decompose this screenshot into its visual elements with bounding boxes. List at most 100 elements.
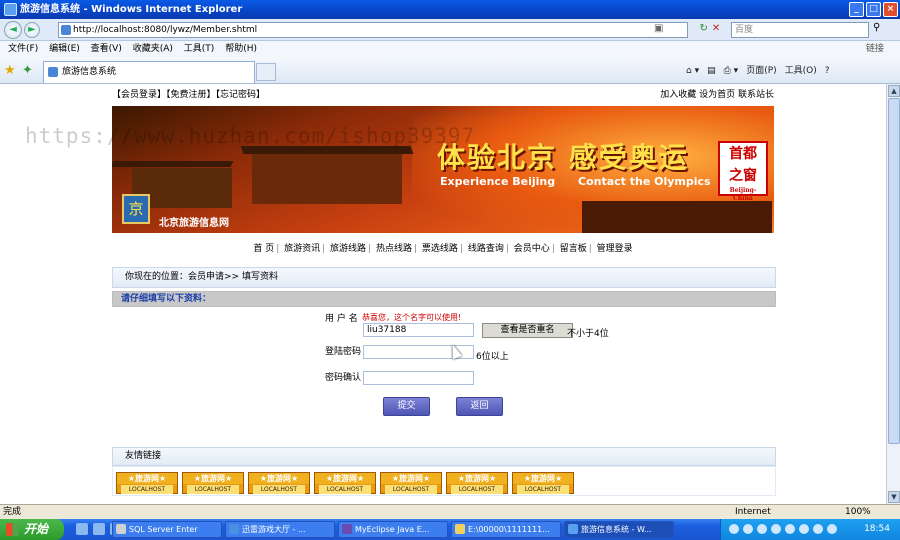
friend-link[interactable]: ★旅游网★ LOCALHOST xyxy=(314,472,376,494)
menu-file[interactable]: 文件(F) xyxy=(8,41,38,58)
maximize-button[interactable]: □ xyxy=(866,2,881,17)
taskbar-item-myeclipse[interactable]: MyEclipse Java E... xyxy=(338,521,448,538)
confirm-password-input[interactable] xyxy=(363,371,474,385)
links-label[interactable]: 链接 xyxy=(866,41,884,58)
scroll-up-icon[interactable]: ▲ xyxy=(888,85,900,97)
submit-button[interactable]: 提交 xyxy=(383,397,430,416)
address-bar: ◄ ► http://localhost:8080/lywz/Member.sh… xyxy=(0,19,900,41)
nav-news[interactable]: 旅游资讯 xyxy=(284,244,320,254)
tray-icon[interactable] xyxy=(799,524,809,534)
start-button[interactable]: 开始 xyxy=(0,519,64,540)
favorites-bar: ★ ✦ 旅游信息系统 ⌂ ▾ ▤ ⎙ ▾ 页面(P) 工具(O) ? xyxy=(0,58,900,84)
system-tray: 18:54 xyxy=(720,519,900,540)
nav-home[interactable]: 首 页 xyxy=(253,244,274,254)
window-titlebar: 旅游信息系统 - Windows Internet Explorer _ □ × xyxy=(0,0,900,19)
print-icon[interactable]: ⎙ ▾ xyxy=(724,64,739,78)
password-rule: 6位以上 xyxy=(476,352,509,362)
friend-links: ★旅游网★ LOCALHOST ★旅游网★ LOCALHOST ★旅游网★ LOCAL… xyxy=(112,466,776,496)
new-tab-button[interactable] xyxy=(256,63,276,81)
back-icon[interactable]: ◄ xyxy=(4,21,22,39)
tray-icon[interactable] xyxy=(771,524,781,534)
breadcrumb: 你现在的位置：会员申请>> 填写资料 xyxy=(112,267,776,288)
username-label: 用 户 名 xyxy=(325,314,358,324)
nav-guestbook[interactable]: 留言板 xyxy=(560,244,587,254)
tray-icon[interactable] xyxy=(827,524,837,534)
capital-seal: 首都 之窗 Beijing-China xyxy=(718,141,768,202)
banner-subtitle-2: Contact the Olympics xyxy=(578,175,711,188)
confirm-password-label: 密码确认 xyxy=(325,373,362,383)
nav-route-search[interactable]: 线路查询 xyxy=(468,244,504,254)
back-button[interactable]: 返回 xyxy=(456,397,503,416)
tray-icon[interactable] xyxy=(813,524,823,534)
close-button[interactable]: × xyxy=(883,2,898,17)
friend-links-header: 友情链接 xyxy=(112,447,776,466)
scroll-thumb[interactable] xyxy=(888,98,900,444)
page-menu[interactable]: 页面(P) xyxy=(746,64,776,78)
minimize-button[interactable]: _ xyxy=(849,2,864,17)
search-icon[interactable]: ⚲ xyxy=(873,22,880,33)
menu-tools[interactable]: 工具(T) xyxy=(184,41,215,58)
ie-task-icon xyxy=(568,524,578,534)
register-form: 用 户 名 恭喜您，这个名字可以使用! liu37188 查看是否重名 不小于4… xyxy=(112,307,776,425)
watermark: https://www.huzhan.com/ishop39397 xyxy=(25,124,476,148)
main-nav: 首 页 | 旅游资讯 | 旅游线路 | 热点线路 | 票选线路 | 线路查询 | 会员中心 |… xyxy=(253,244,633,254)
page-icon xyxy=(61,25,71,35)
forward-icon[interactable]: ► xyxy=(24,22,40,38)
taskbar-item-thunder[interactable]: 迅雷游戏大厅 - ... xyxy=(225,521,335,538)
nav-vote-routes[interactable]: 票选线路 xyxy=(422,244,458,254)
menu-favorites[interactable]: 收藏夹(A) xyxy=(133,41,173,58)
ie-icon xyxy=(4,3,17,16)
ie-quicklaunch-icon[interactable] xyxy=(76,523,88,535)
tools-menu[interactable]: 工具(O) xyxy=(785,64,817,78)
vertical-scrollbar[interactable]: ▲ ▼ xyxy=(886,84,900,504)
myeclipse-icon xyxy=(342,524,352,534)
tray-icon[interactable] xyxy=(729,524,739,534)
nav-hot-routes[interactable]: 热点线路 xyxy=(376,244,412,254)
tray-icon[interactable] xyxy=(785,524,795,534)
desktop-quicklaunch-icon[interactable] xyxy=(93,523,105,535)
stop-icon[interactable]: ✕ xyxy=(712,23,720,34)
search-input[interactable]: 百度 xyxy=(731,22,869,38)
feeds-icon[interactable]: ▤ xyxy=(707,64,716,78)
site-links[interactable]: 加入收藏 设为首页 联系站长 xyxy=(660,87,774,100)
thunder-icon xyxy=(229,524,239,534)
friend-link[interactable]: ★旅游网★ LOCALHOST xyxy=(182,472,244,494)
nav-routes[interactable]: 旅游线路 xyxy=(330,244,366,254)
check-username-button[interactable]: 查看是否重名 xyxy=(482,323,573,338)
menu-help[interactable]: 帮助(H) xyxy=(225,41,257,58)
member-links[interactable]: 【会员登录】【免费注册】【忘记密码】 xyxy=(112,87,265,100)
add-favorite-icon[interactable]: ✦ xyxy=(22,63,33,78)
zoom-level[interactable]: 100% xyxy=(845,505,871,519)
banner-subtitle-1: Experience Beijing xyxy=(440,175,556,188)
sql-icon xyxy=(116,524,126,534)
scroll-down-icon[interactable]: ▼ xyxy=(888,491,900,503)
tab-current[interactable]: 旅游信息系统 xyxy=(43,61,255,83)
friend-link[interactable]: ★旅游网★ LOCALHOST xyxy=(248,472,310,494)
home-icon[interactable]: ⌂ ▾ xyxy=(686,64,699,78)
folder-icon xyxy=(455,524,465,534)
tray-icon[interactable] xyxy=(743,524,753,534)
address-input[interactable]: http://localhost:8080/lywz/Member.shtml xyxy=(58,22,688,38)
tray-icon[interactable] xyxy=(757,524,767,534)
compat-view-icon[interactable]: ▣ xyxy=(654,23,663,34)
nav-admin-login[interactable]: 管理登录 xyxy=(597,244,633,254)
username-input[interactable]: liu37188 xyxy=(363,323,474,337)
menu-view[interactable]: 查看(V) xyxy=(91,41,122,58)
taskbar-item-ie[interactable]: 旅游信息系统 - W... xyxy=(564,521,674,538)
menu-bar: 文件(F) 编辑(E) 查看(V) 收藏夹(A) 工具(T) 帮助(H) 链接 xyxy=(0,41,900,58)
status-bar: 完成 Internet 100% xyxy=(0,504,900,519)
friend-link[interactable]: ★旅游网★ LOCALHOST xyxy=(446,472,508,494)
favorites-star-icon[interactable]: ★ xyxy=(4,63,16,78)
taskbar: 开始 SQL Server Enter 迅雷游戏大厅 - ... MyEclip… xyxy=(0,519,900,540)
menu-edit[interactable]: 编辑(E) xyxy=(49,41,80,58)
help-icon[interactable]: ? xyxy=(825,64,830,78)
friend-link[interactable]: ★旅游网★ LOCALHOST xyxy=(116,472,178,494)
friend-link[interactable]: ★旅游网★ LOCALHOST xyxy=(512,472,574,494)
taskbar-item-sql[interactable]: SQL Server Enter xyxy=(112,521,222,538)
refresh-icon[interactable]: ↻ xyxy=(699,23,707,34)
nav-member-center[interactable]: 会员中心 xyxy=(514,244,550,254)
friend-link[interactable]: ★旅游网★ LOCALHOST xyxy=(380,472,442,494)
tab-page-icon xyxy=(48,67,58,77)
clock: 18:54 xyxy=(864,524,890,534)
taskbar-item-folder[interactable]: E:\00000\1111111... xyxy=(451,521,561,538)
